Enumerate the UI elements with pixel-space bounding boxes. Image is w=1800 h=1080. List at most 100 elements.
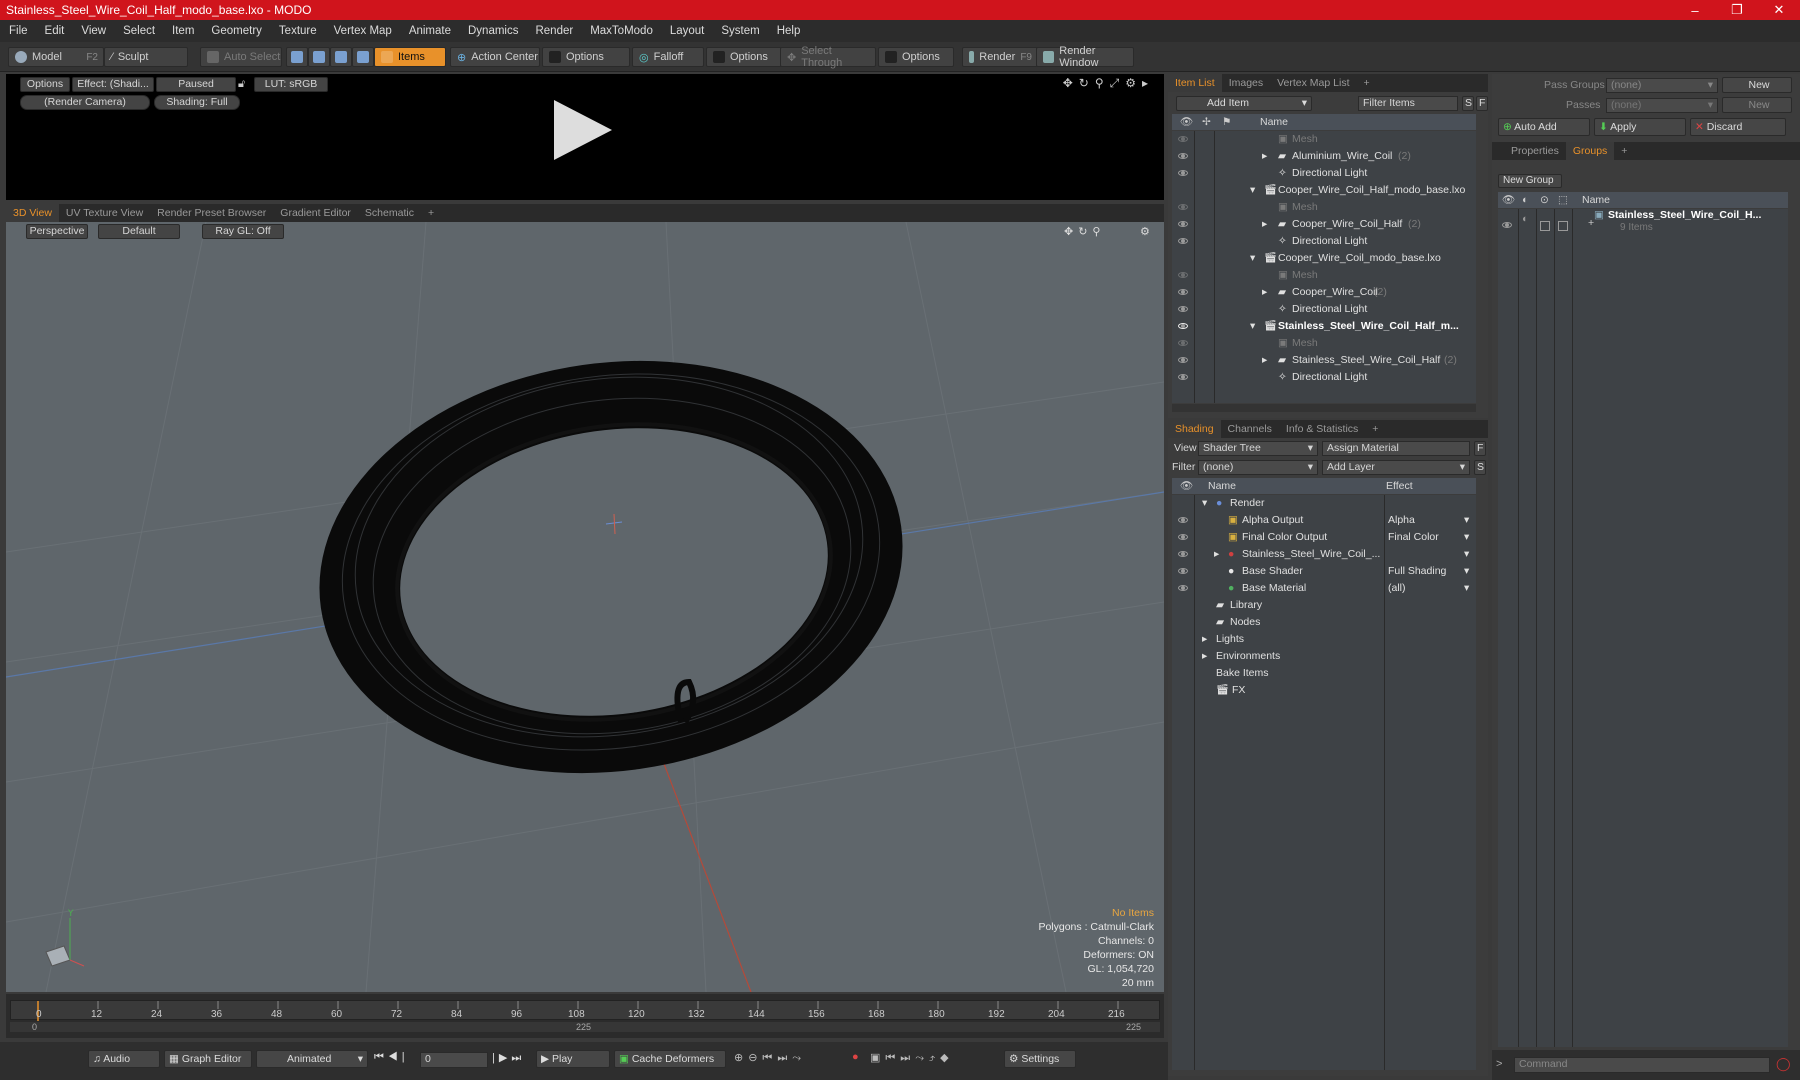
menu-dynamics[interactable]: Dynamics [459,25,526,37]
menu-animate[interactable]: Animate [400,25,459,37]
model-mode-button[interactable]: Model F2 [8,47,104,67]
tab-uv-texture-view[interactable]: UV Texture View [59,204,150,222]
default-style-dropdown[interactable]: Default [98,224,180,239]
menu-item[interactable]: Item [163,25,202,37]
minimize-button[interactable]: – [1674,3,1716,18]
shader-row[interactable]: ▸ Environments [1172,648,1476,665]
shader-row[interactable]: 🎬︎ FX [1172,682,1476,699]
prev-key-buttons-icon[interactable]: ⏮◀| [374,1051,409,1064]
shader-effect[interactable]: Alpha [1388,512,1415,529]
eye-icon[interactable] [1178,306,1188,312]
eye-icon[interactable] [1178,238,1188,244]
action-center-button[interactable]: ⊕ Action Center [450,47,540,67]
auto-select-button[interactable]: Auto Select [200,47,282,67]
falloff-options-button[interactable]: Options [706,47,782,67]
shader-row[interactable]: ▰ Library [1172,597,1476,614]
preview-options-button[interactable]: Options [20,77,70,92]
timeline-ruler[interactable]: 0 12 24 36 48 60 72 84 96 108 120 132 14… [10,1000,1160,1021]
eye-icon[interactable] [1178,289,1188,295]
shader-row[interactable]: ▣ Final Color Output Final Color ▾ [1172,529,1476,546]
viewport-navigation-icon[interactable]: ✥↻⚲ [1064,225,1106,238]
menu-texture[interactable]: Texture [270,25,325,37]
expand-arrow-icon[interactable]: ▸ [1214,546,1219,563]
vertices-select-button[interactable] [286,47,308,67]
eye-icon[interactable] [1178,340,1188,346]
settings-button[interactable]: ⚙ Settings [1004,1050,1076,1068]
expand-arrow-icon[interactable]: ▸ [1202,648,1207,665]
list-item[interactable]: ▾ 🎬︎ Cooper_Wire_Coil_Half_modo_base.lxo [1172,182,1476,199]
chevron-down-icon[interactable]: ▾ [1464,512,1469,529]
shader-row[interactable]: ▸ Lights [1172,631,1476,648]
menu-render[interactable]: Render [526,25,581,37]
add-item-button[interactable]: Add Item ▾ [1176,96,1312,111]
3d-viewport[interactable]: Y Perspective Default Ray GL: Off ✥↻⚲ ⚙ … [6,222,1164,992]
collapse-arrow-icon[interactable]: ▾ [1250,318,1255,335]
add-tab-button[interactable]: + [1614,142,1634,160]
tab-channels[interactable]: Channels [1221,420,1279,438]
edges-select-button[interactable] [308,47,330,67]
auto-add-button[interactable]: ⊕ Auto Add [1498,118,1590,136]
menu-edit[interactable]: Edit [36,25,73,37]
tab-item-list[interactable]: Item List [1168,74,1222,92]
apply-button[interactable]: ⬇ Apply [1594,118,1686,136]
effect-column-header[interactable]: Effect [1386,478,1413,494]
menu-select[interactable]: Select [114,25,163,37]
command-stop-icon[interactable]: ◯ [1776,1056,1791,1072]
maximize-button[interactable]: ❐ [1716,2,1758,18]
preview-paused-button[interactable]: Paused [156,77,236,92]
materials-select-button[interactable] [352,47,374,67]
perspective-dropdown[interactable]: Perspective [26,224,88,239]
current-frame-field[interactable]: 0 [420,1052,488,1068]
eye-icon[interactable] [1178,204,1188,210]
tab-images[interactable]: Images [1222,74,1270,92]
raygl-dropdown[interactable]: Ray GL: Off [202,224,284,239]
tab-properties[interactable]: Properties [1504,142,1566,160]
select-through-button[interactable]: ✥ Select Through [780,45,876,69]
close-button[interactable]: ✕ [1758,2,1800,18]
list-item[interactable]: ✧ Directional Light [1172,301,1476,318]
eye-icon[interactable] [1178,221,1188,227]
render-toggle-icon[interactable]: ◐ [1522,211,1528,228]
eye-icon[interactable] [1178,357,1188,363]
eye-icon[interactable] [1178,323,1188,329]
shading-f-button[interactable]: F [1474,441,1486,456]
render-window-button[interactable]: Render Window [1036,45,1134,69]
list-item[interactable]: ✧ Directional Light [1172,233,1476,250]
sculpt-mode-button[interactable]: ⁄ Sculpt [104,47,188,67]
list-item[interactable]: ✧ Directional Light [1172,369,1476,386]
filter-items-field[interactable]: Filter Items [1358,96,1458,111]
command-input[interactable]: Command [1514,1057,1770,1073]
select-through-options-button[interactable]: Options [878,47,954,67]
render-button[interactable]: Render F9 [962,47,1038,67]
view-dropdown[interactable]: Shader Tree ▾ [1198,441,1318,456]
shader-row[interactable]: ▸ ● Stainless_Steel_Wire_Coil_... ▾ [1172,546,1476,563]
play-icon[interactable] [554,100,612,160]
add-tab-button[interactable]: + [1357,74,1377,92]
shader-effect[interactable]: Full Shading [1388,563,1446,580]
eye-icon[interactable] [1178,585,1188,591]
viewport-settings-gear-icon[interactable]: ⚙ [1140,225,1150,238]
preview-shading-dropdown[interactable]: Shading: Full [154,95,240,110]
new-pass-group-button[interactable]: New [1722,77,1792,93]
eye-icon[interactable] [1178,374,1188,380]
add-layer-dropdown[interactable]: Add Layer ▾ [1322,460,1470,475]
play-button[interactable]: ▶ Play [536,1050,610,1068]
tab-render-preset-browser[interactable]: Render Preset Browser [150,204,273,222]
list-item[interactable]: ✧ Directional Light [1172,165,1476,182]
item-list-scrollbar[interactable] [1172,404,1476,412]
chevron-down-icon[interactable]: ▾ [1464,546,1469,563]
list-item[interactable]: ▸ ▰ Cooper_Wire_Coil (2) [1172,284,1476,301]
expand-arrow-icon[interactable]: ▸ [1202,631,1207,648]
polygons-select-button[interactable] [330,47,352,67]
add-tab-button[interactable]: + [1365,420,1385,438]
expand-arrow-icon[interactable]: ▸ [1262,284,1267,301]
items-mode-button[interactable]: Items [374,47,446,67]
list-item[interactable]: ▾ 🎬︎ Cooper_Wire_Coil_modo_base.lxo [1172,250,1476,267]
expand-arrow-icon[interactable]: ▸ [1262,216,1267,233]
menu-vertex-map[interactable]: Vertex Map [325,25,400,37]
name-column-header[interactable]: Name [1582,192,1610,208]
collapse-arrow-icon[interactable]: ▾ [1250,250,1255,267]
menu-help[interactable]: Help [768,25,809,37]
audio-button[interactable]: ♫ Audio [88,1050,160,1068]
tab-schematic[interactable]: Schematic [358,204,421,222]
